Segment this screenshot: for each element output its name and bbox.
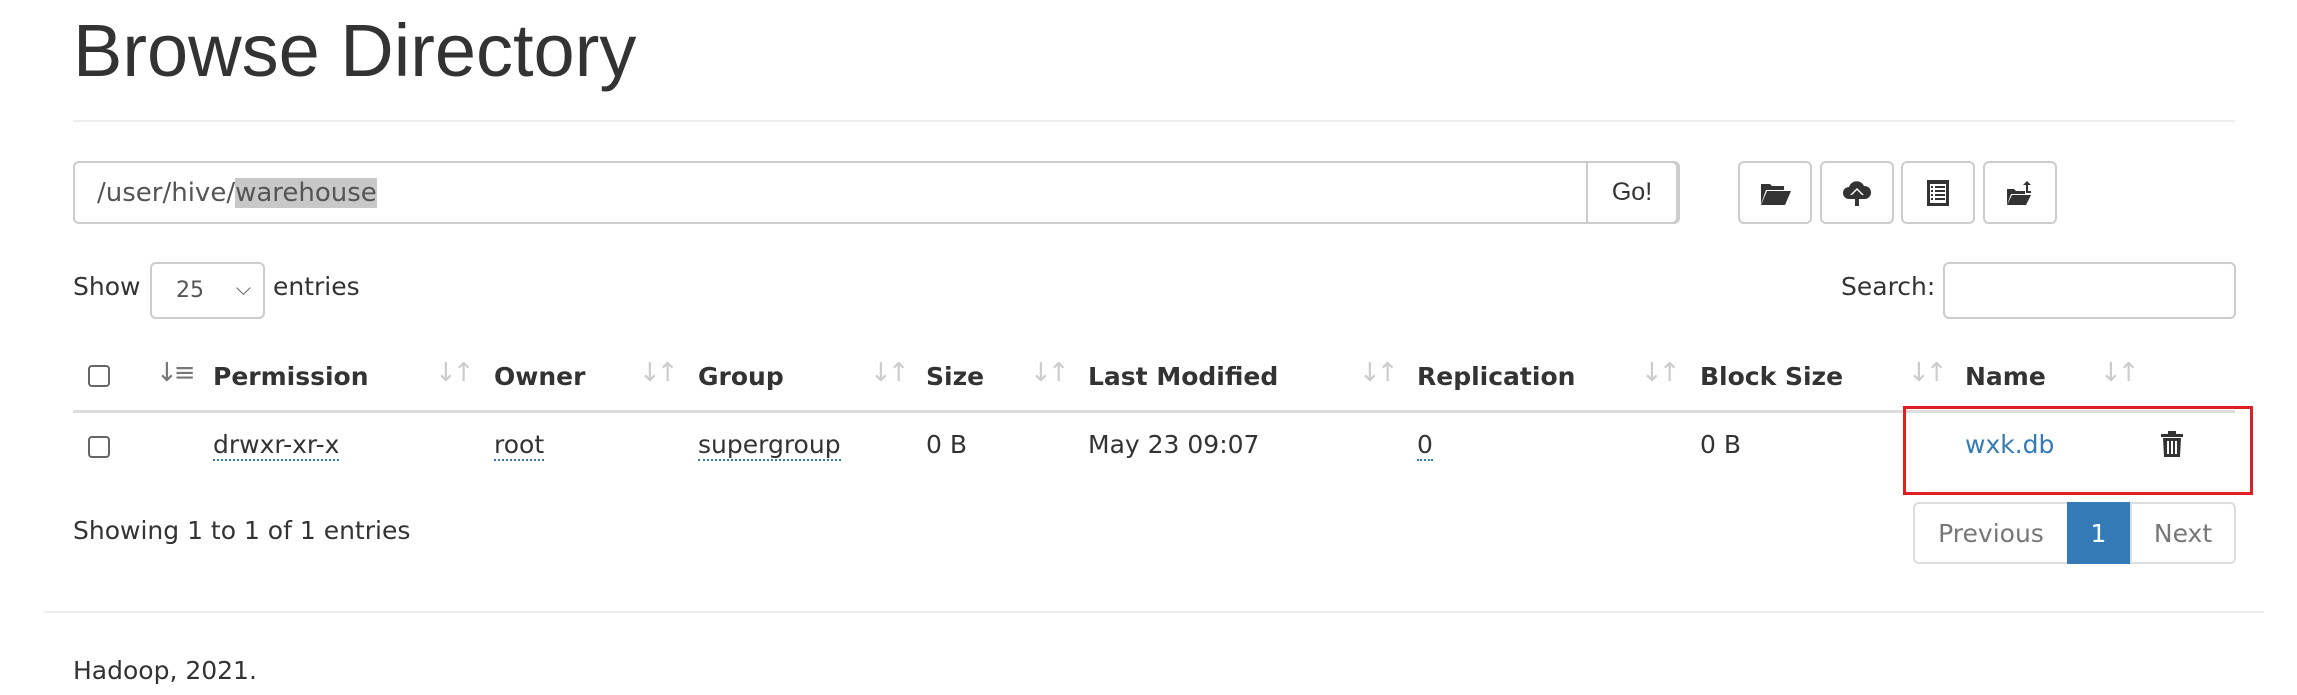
- block-size-cell: 0 B: [1700, 430, 1742, 459]
- entries-select[interactable]: 25 ⌵: [150, 262, 265, 319]
- entries-value: 25: [176, 278, 204, 303]
- parent-directory-button[interactable]: [1983, 161, 2057, 224]
- folder-upload-icon: [2007, 180, 2031, 205]
- cloud-upload-icon: [1843, 180, 1872, 207]
- sort-icon[interactable]: ↓↑: [2100, 358, 2140, 388]
- list-alt-icon: [1927, 179, 1949, 206]
- page-title: Browse Directory: [73, 9, 637, 92]
- go-button[interactable]: Go!: [1586, 161, 1678, 224]
- folder-open-icon: [1761, 183, 1791, 205]
- column-name[interactable]: Name: [1965, 362, 2046, 391]
- replication-cell: 0: [1417, 430, 1433, 461]
- sort-icon[interactable]: ↓↑: [435, 358, 475, 388]
- select-all-checkbox[interactable]: [88, 365, 110, 387]
- footer-text: Hadoop, 2021.: [73, 656, 257, 685]
- column-block-size[interactable]: Block Size: [1700, 362, 1843, 391]
- sort-icon[interactable]: ↓↑: [639, 358, 679, 388]
- search-input[interactable]: [1943, 262, 2236, 319]
- cut-paste-button[interactable]: [1901, 161, 1975, 224]
- group-cell: supergroup: [698, 430, 841, 461]
- permission-cell[interactable]: drwxr-xr-x: [213, 430, 340, 461]
- column-permission[interactable]: Permission: [213, 362, 369, 391]
- last-modified-cell: May 23 09:07: [1088, 430, 1260, 459]
- sort-icon[interactable]: ↓↑: [1030, 358, 1070, 388]
- path-prefix: /user/hive/: [97, 177, 236, 208]
- search-label: Search:: [1841, 272, 1936, 301]
- upload-button[interactable]: [1820, 161, 1894, 224]
- owner-cell: root: [494, 430, 545, 461]
- column-size[interactable]: Size: [926, 362, 984, 391]
- path-input[interactable]: /user/hive/warehouse Go!: [73, 161, 1680, 224]
- highlight-box: [1903, 406, 2253, 495]
- size-cell: 0 B: [926, 430, 968, 459]
- show-label: Show: [73, 272, 141, 301]
- previous-button[interactable]: Previous: [1913, 502, 2069, 564]
- footer-divider: [44, 611, 2264, 613]
- divider: [73, 120, 2235, 122]
- path-selected: warehouse: [235, 177, 377, 208]
- page-1-button[interactable]: 1: [2067, 502, 2130, 564]
- next-button[interactable]: Next: [2130, 502, 2236, 564]
- column-replication[interactable]: Replication: [1417, 362, 1575, 391]
- entries-label: entries: [273, 272, 360, 301]
- create-directory-button[interactable]: [1738, 161, 1812, 224]
- sort-icon[interactable]: ↓↑: [870, 358, 910, 388]
- sort-icon[interactable]: ↓↑: [1359, 358, 1399, 388]
- column-last-modified[interactable]: Last Modified: [1088, 362, 1278, 391]
- column-group[interactable]: Group: [698, 362, 784, 391]
- sort-asc-icon[interactable]: ↓≡: [156, 358, 196, 388]
- row-checkbox[interactable]: [88, 436, 110, 458]
- column-owner[interactable]: Owner: [494, 362, 585, 391]
- sort-icon[interactable]: ↓↑: [1641, 358, 1681, 388]
- table-info: Showing 1 to 1 of 1 entries: [73, 516, 411, 545]
- sort-icon[interactable]: ↓↑: [1908, 358, 1948, 388]
- chevron-down-icon: ⌵: [235, 276, 251, 300]
